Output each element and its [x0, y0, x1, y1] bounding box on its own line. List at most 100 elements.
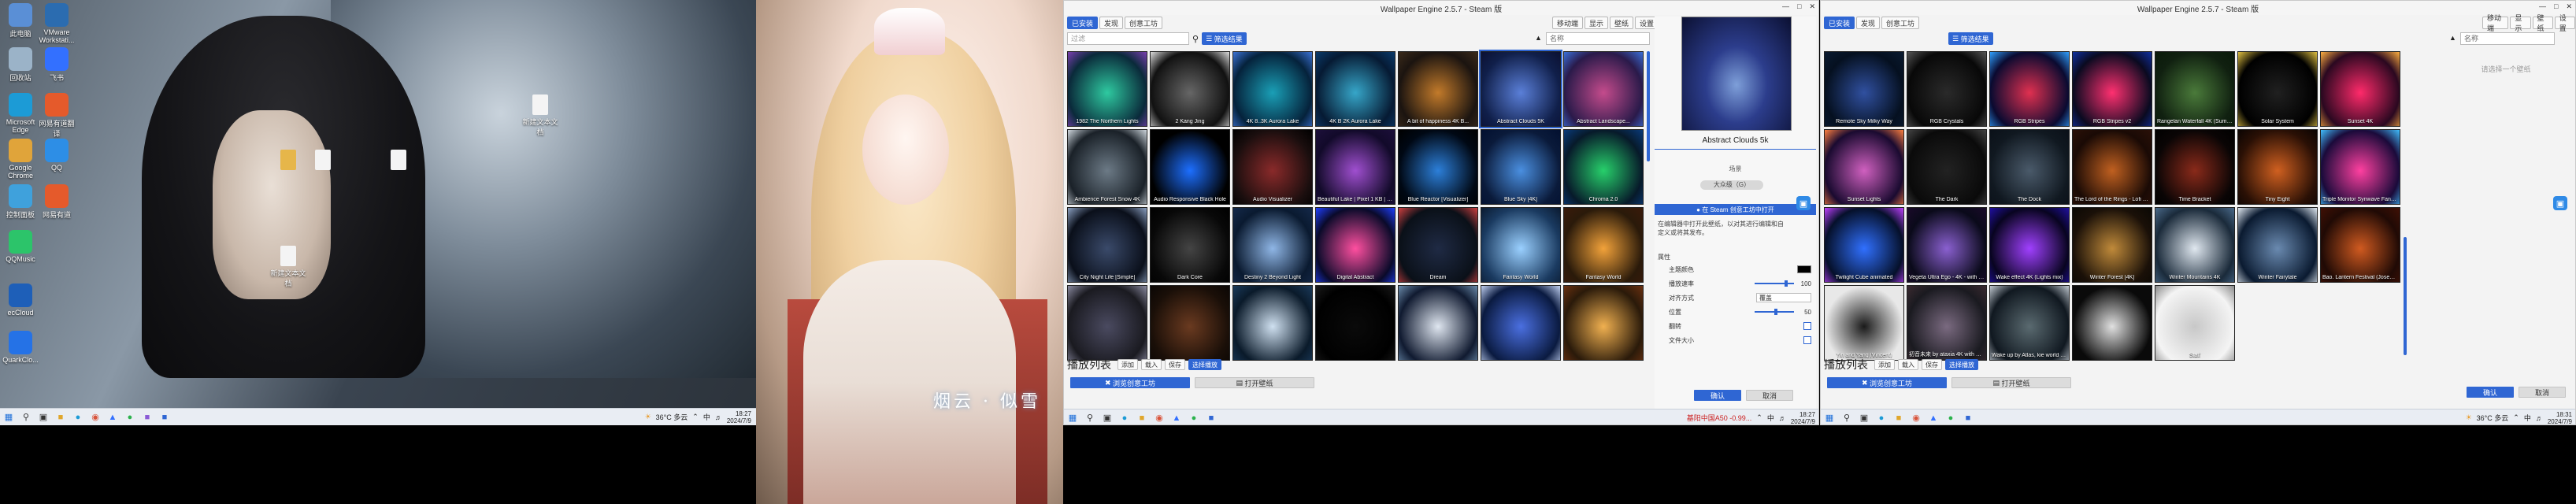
filter-button[interactable]: ☰ 筛选结果 [1948, 32, 1993, 45]
slider-knob[interactable] [1774, 309, 1777, 315]
wallpaper-tile[interactable] [1067, 285, 1147, 361]
maximize-icon[interactable]: □ [1797, 2, 1801, 11]
tab-0[interactable]: 已安装 [1067, 17, 1099, 29]
tab-1[interactable]: 发现 [1099, 17, 1124, 29]
app-taskbar-icon[interactable]: ■ [139, 410, 156, 424]
file-explorer-icon[interactable]: ■ [1133, 411, 1151, 425]
playlist-button-2[interactable]: 保存 [1165, 359, 1185, 370]
toolbar-button-2[interactable]: 壁纸 [1610, 17, 1634, 29]
wallpaper-tile[interactable] [1398, 285, 1478, 361]
wallpaper-tile[interactable]: 初音未来 by ataxia 4K with music [1907, 285, 1987, 361]
wallpaper-tile[interactable] [1315, 285, 1395, 361]
wallpaper-tile[interactable]: Dream [1398, 207, 1478, 283]
task-view-icon[interactable]: ▣ [35, 410, 52, 424]
wallpaper-tile[interactable] [1232, 285, 1313, 361]
wallpaper-tile[interactable]: Sunset 4K [2320, 51, 2400, 127]
wallpaper-tile[interactable]: Beautiful Lake | Pixel 1 KB | Without So… [1315, 129, 1395, 205]
chrome-taskbar-icon[interactable]: ◉ [1151, 411, 1168, 425]
slider-knob[interactable] [1784, 280, 1788, 287]
volume-icon[interactable]: ♬ [1779, 414, 1786, 422]
search-icon[interactable]: ⚲ [1192, 34, 1199, 44]
grid-scrollbar[interactable] [2404, 237, 2407, 355]
wallpaper-tile[interactable]: Audio Responsive Black Hole [1150, 129, 1230, 205]
browse-workshop-button[interactable]: ✖ 浏览创意工坊 [1070, 377, 1190, 388]
playlist-button-3[interactable]: 选择播放 [1945, 359, 1978, 370]
wallpaper-tile[interactable]: Tiny Eight [2237, 129, 2318, 205]
playlist-button-0[interactable]: 添加 [1874, 359, 1895, 370]
minimize-icon[interactable]: — [1782, 2, 1789, 11]
stock-notice[interactable]: 基阳中国A50 -0.99... [1687, 413, 1752, 423]
sort-select[interactable]: 名称 [2460, 32, 2555, 45]
desktop-icon[interactable]: 此电脑 [0, 3, 41, 39]
app-taskbar-icon[interactable]: ▲ [104, 410, 121, 424]
wallpaper-tile[interactable]: Blue Sky [4K] [1481, 129, 1561, 205]
wallpaper-tile[interactable]: Bao. Lantern Festival (Joseph Amper) [2320, 207, 2400, 283]
app-taskbar-icon[interactable]: ▲ [1168, 411, 1185, 425]
desktop-file[interactable] [302, 150, 343, 172]
wechat-taskbar-icon[interactable]: ● [1185, 411, 1203, 425]
wallpaper-engine-taskbar-icon[interactable]: ■ [156, 410, 173, 424]
property-checkbox[interactable] [1803, 322, 1811, 330]
wallpaper-tile[interactable]: Yin and Yang (Vincent) [1824, 285, 1904, 361]
search-icon[interactable]: ⚲ [1081, 411, 1099, 425]
open-wallpaper-button[interactable]: ▤ 打开壁纸 [1951, 377, 2071, 388]
wallpaper-tile[interactable]: 1982 The Northern Lights [1067, 51, 1147, 127]
edge-taskbar-icon[interactable]: ● [1116, 411, 1133, 425]
wallpaper-tile[interactable]: 4K 8..3K Aurora Lake [1232, 51, 1313, 127]
desktop-icon[interactable]: ecCloud [0, 284, 41, 317]
grid-scrollbar[interactable] [1647, 51, 1650, 161]
property-checkbox[interactable] [1803, 336, 1811, 344]
task-view-icon[interactable]: ▣ [1099, 411, 1116, 425]
wallpaper-tile[interactable] [2320, 285, 2400, 361]
toolbar-button-1[interactable]: 显示 [2510, 14, 2531, 32]
chrome-taskbar-icon[interactable]: ◉ [87, 410, 104, 424]
ime-indicator[interactable]: 中 [1767, 413, 1774, 423]
wallpaper-tile[interactable]: Staff [2155, 285, 2235, 361]
volume-icon[interactable]: ♬ [2536, 414, 2543, 422]
chevron-up-icon[interactable]: ⌃ [2513, 413, 2519, 422]
float-widget-icon[interactable]: ▣ [1796, 196, 1811, 210]
float-widget-icon[interactable]: ▣ [2553, 196, 2567, 210]
wallpaper-tile[interactable]: Fantasy World [1481, 207, 1561, 283]
wallpaper-tile[interactable]: Chroma 2.0 [1563, 129, 1644, 205]
clock[interactable]: 18:31 2024/7/9 [2548, 411, 2572, 425]
filter-button[interactable]: ☰ 筛选结果 [1202, 32, 1247, 45]
toolbar-button-0[interactable]: 移动端 [1552, 17, 1584, 29]
wallpaper-tile[interactable] [2072, 285, 2152, 361]
wallpaper-tile[interactable]: Sunset Lights [1824, 129, 1904, 205]
wechat-taskbar-icon[interactable]: ● [1942, 411, 1959, 425]
wallpaper-tile[interactable]: Wake effect 4K (Lights mix) [1989, 207, 2070, 283]
playlist-button-3[interactable]: 选择播放 [1188, 359, 1221, 370]
clock[interactable]: 18:27 2024/7/9 [727, 410, 751, 424]
edge-taskbar-icon[interactable]: ● [69, 410, 87, 424]
chevron-up-icon[interactable]: ⌃ [692, 413, 699, 421]
close-icon[interactable]: ✕ [2566, 2, 2572, 11]
task-view-icon[interactable]: ▣ [1855, 411, 1873, 425]
ime-indicator[interactable]: 中 [2524, 413, 2531, 423]
desktop-icon[interactable]: QQ [36, 139, 77, 172]
property-slider[interactable] [1755, 309, 1794, 315]
maximize-icon[interactable]: □ [2554, 2, 2558, 11]
desktop-file[interactable]: 新建文本文档 [268, 246, 309, 288]
wallpaper-tile[interactable]: Abstract Clouds 5K [1479, 50, 1562, 128]
clock[interactable]: 18:27 2024/7/9 [1791, 411, 1815, 425]
wallpaper-tile[interactable]: Solar System [2237, 51, 2318, 127]
wallpaper-tile[interactable]: Audio Visualizer [1232, 129, 1313, 205]
wallpaper-tile[interactable]: The Dock [1989, 129, 2070, 205]
desktop-icon[interactable]: QQMusic [0, 230, 41, 263]
wallpaper-tile[interactable]: 4K B 2K Aurora Lake [1315, 51, 1395, 127]
wallpaper-tile[interactable]: RGB Crystals [1907, 51, 1987, 127]
wallpaper-tile[interactable] [1150, 285, 1230, 361]
wallpaper-tile[interactable]: Twilight Cube animated [1824, 207, 1904, 283]
desktop-icon[interactable]: 控制面板 [0, 184, 41, 220]
ime-indicator[interactable]: 中 [703, 412, 710, 422]
playlist-button-2[interactable]: 保存 [1922, 359, 1942, 370]
wechat-taskbar-icon[interactable]: ● [121, 410, 139, 424]
wallpaper-tile[interactable]: Blue Reactor [Visualizer] [1398, 129, 1478, 205]
cancel-button[interactable]: 取消 [2519, 387, 2566, 398]
search-icon[interactable]: ⚲ [1838, 411, 1855, 425]
open-wallpaper-button[interactable]: ▤ 打开壁纸 [1195, 377, 1314, 388]
toolbar-button-1[interactable]: 显示 [1585, 17, 1609, 29]
desktop-icon[interactable]: 回收站 [0, 47, 41, 83]
toolbar-button-2[interactable]: 壁纸 [2532, 14, 2553, 32]
